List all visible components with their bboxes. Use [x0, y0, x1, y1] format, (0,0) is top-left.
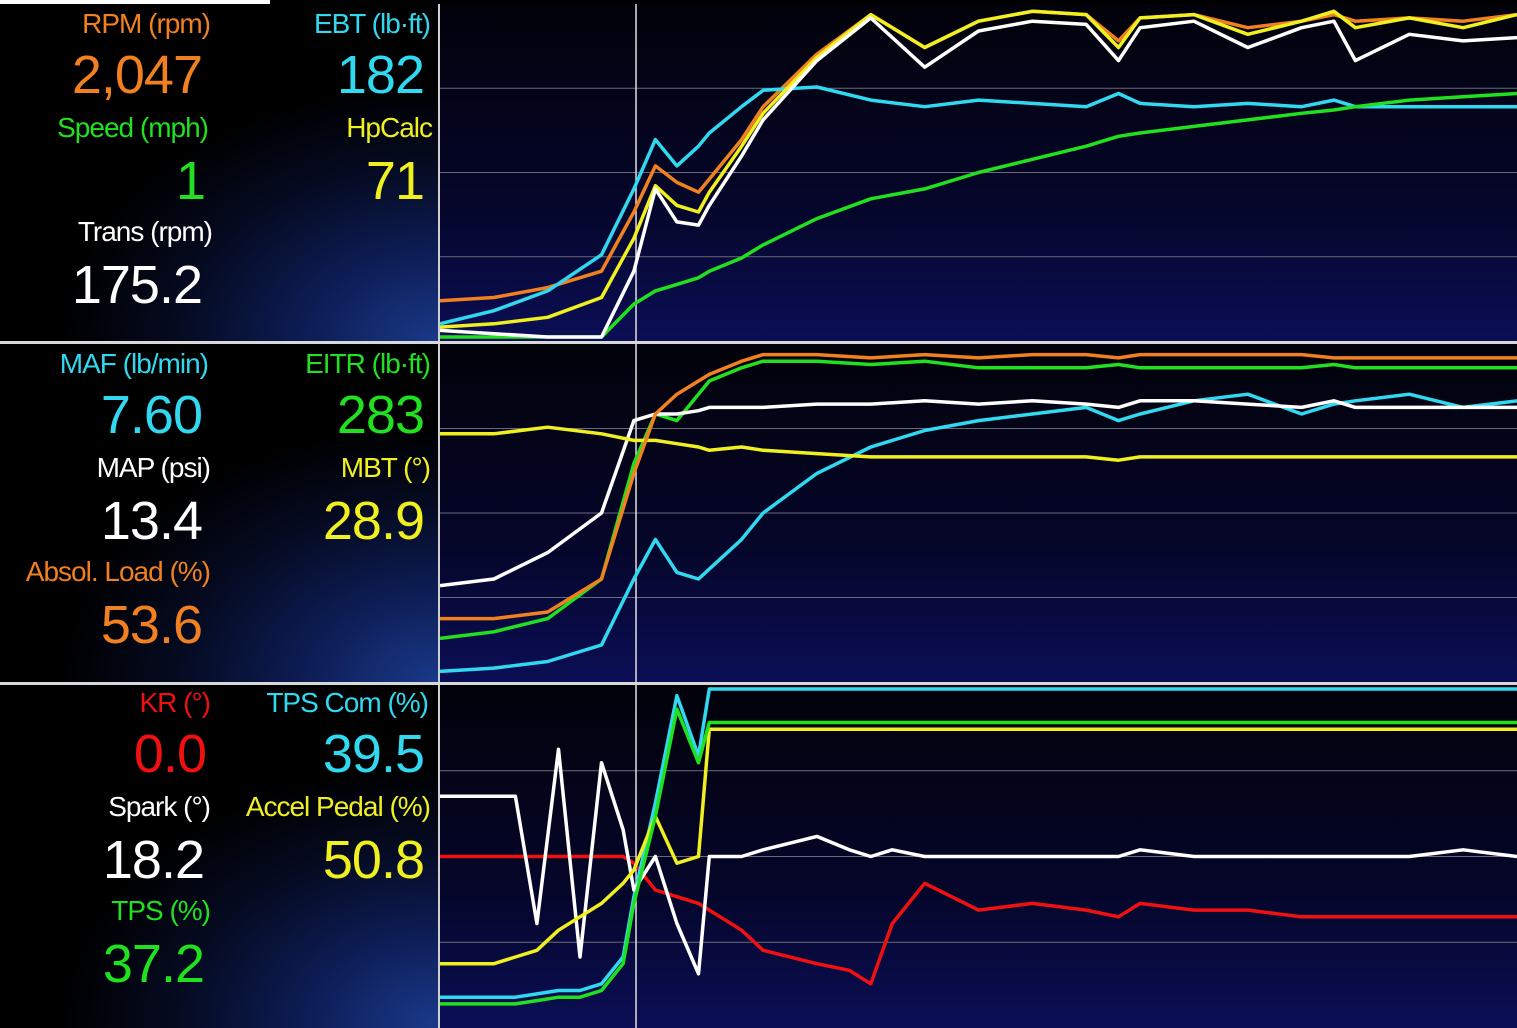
gauge-label: MAP (psi) [96, 452, 211, 483]
chart-airflow[interactable] [440, 344, 1517, 682]
gauge-label: MAF (lb/min) [59, 348, 209, 379]
gauge-value: 28.9 [322, 491, 425, 551]
gauge-label: Speed (mph) [57, 112, 209, 143]
gauge-value: 283 [336, 385, 425, 445]
gauge-area: RPM (rpm) 2,047 EBT (lb·ft) 182 Speed (m… [0, 4, 438, 341]
gauge-label: Absol. Load (%) [25, 556, 211, 587]
series-line-kr [440, 854, 1517, 986]
series-line-ebt [440, 85, 1517, 326]
gauge-value: 0.0 [133, 724, 207, 784]
gauge-area: KR (°) 0.0 TPS Com (%) 39.5 Spark (°) 18… [0, 685, 438, 1028]
gauge-value: 2,047 [71, 45, 203, 105]
gauge-value: 71 [365, 151, 425, 211]
gauge-label: HpCalc [346, 112, 433, 143]
series-line-speed [440, 91, 1517, 339]
gauge-label: Spark (°) [108, 791, 211, 822]
gauge-label: RPM (rpm) [82, 8, 211, 39]
panel-airflow: MAF (lb/min) 7.60 EITR (lb·ft) 283 MAP (… [0, 344, 1517, 682]
series-line-absol-load [440, 352, 1517, 621]
gauge-area: MAF (lb/min) 7.60 EITR (lb·ft) 283 MAP (… [0, 344, 438, 682]
gauge-label: MBT (°) [340, 452, 431, 483]
series-line-spark [440, 747, 1517, 976]
series-line-maf [440, 392, 1517, 674]
panel-throttle: KR (°) 0.0 TPS Com (%) 39.5 Spark (°) 18… [0, 685, 1517, 1028]
gauge-label: TPS Com (%) [266, 687, 429, 718]
series-line-tps-com [440, 687, 1517, 999]
series-line-mbt [440, 425, 1517, 462]
gauge-label: KR (°) [139, 687, 211, 718]
panel-engine: RPM (rpm) 2,047 EBT (lb·ft) 182 Speed (m… [0, 4, 1517, 341]
chart-svg [440, 4, 1517, 341]
chart-throttle[interactable] [440, 685, 1517, 1028]
gauge-label: EBT (lb·ft) [313, 8, 431, 39]
gauge-value: 50.8 [322, 830, 425, 890]
gauge-value: 182 [336, 45, 425, 105]
series-line-trans [440, 16, 1517, 339]
gauge-label: EITR (lb·ft) [305, 348, 431, 379]
gauge-value: 53.6 [100, 595, 203, 655]
chart-svg [440, 685, 1517, 1028]
series-line-rpm [440, 9, 1517, 303]
gauge-value: 1 [175, 151, 206, 211]
gauge-label: TPS (%) [111, 895, 211, 926]
gauge-value: 175.2 [71, 255, 203, 315]
gauge-label: Trans (rpm) [77, 216, 213, 247]
gauge-value: 13.4 [100, 491, 203, 551]
chart-svg [440, 344, 1517, 682]
gauge-label: Accel Pedal (%) [245, 791, 431, 822]
gauge-value: 18.2 [102, 830, 205, 890]
gauge-value: 37.2 [102, 934, 205, 994]
chart-engine[interactable] [440, 4, 1517, 341]
gauge-value: 39.5 [322, 724, 425, 784]
gauge-value: 7.60 [100, 385, 203, 445]
